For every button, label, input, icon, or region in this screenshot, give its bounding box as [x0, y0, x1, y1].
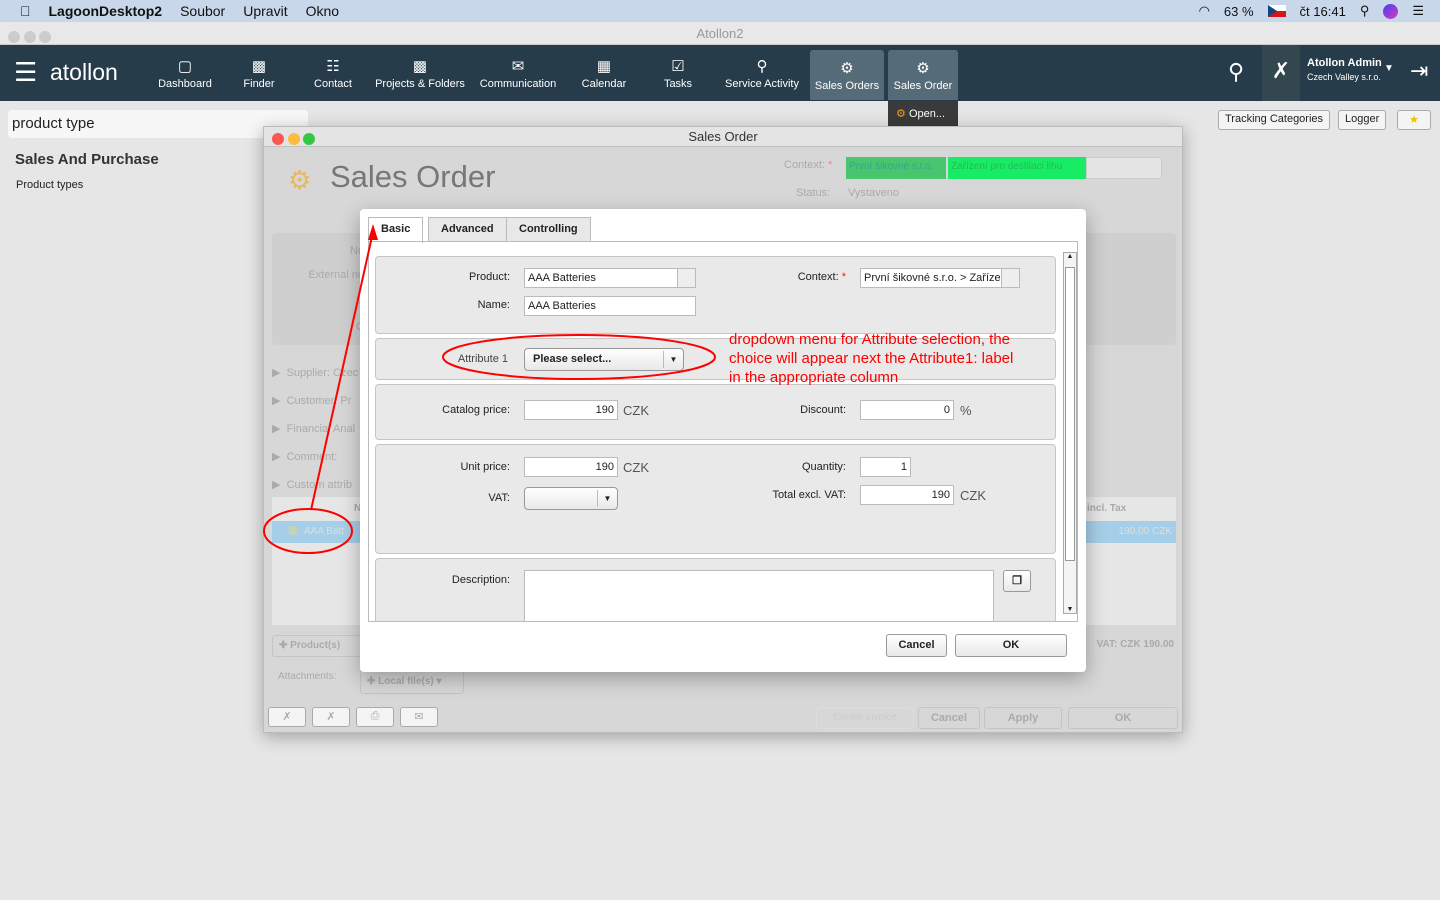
annotation-arrowhead: [368, 224, 378, 240]
annotation-text: dropdown menu for Attribute selection, t…: [729, 331, 1014, 386]
annotation-circle-row: [263, 508, 353, 554]
annotation-overlay: [263, 224, 716, 554]
annotation-arrow: [310, 231, 374, 511]
annotation-circle-attribute: [442, 334, 716, 380]
